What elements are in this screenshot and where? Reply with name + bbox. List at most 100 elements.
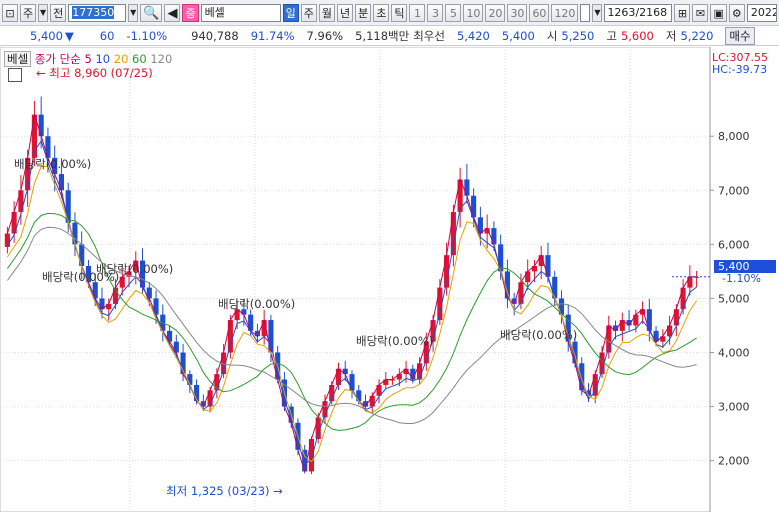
sell-button[interactable]: 매수 [725, 27, 755, 45]
tab-year[interactable]: 년 [336, 3, 354, 22]
best-ask: 5,420 [456, 29, 490, 43]
tab-week[interactable]: 주 [300, 3, 317, 22]
table-icon[interactable] [8, 68, 22, 82]
best-label: 최우선 [413, 29, 445, 43]
candle-body [491, 228, 497, 245]
candle-body [173, 341, 179, 353]
hc-value: HC:-39.73 [712, 63, 768, 76]
envelope-icon[interactable]: ✉ [692, 3, 709, 22]
tab-tick[interactable]: 틱 [391, 3, 408, 22]
interval-20[interactable]: 20 [485, 3, 506, 22]
interval-5[interactable]: 5 [445, 3, 462, 22]
change-percent: -1.10% [126, 29, 168, 43]
y-tick-label: 7,000 [718, 184, 750, 197]
custom-interval-input[interactable] [580, 3, 591, 22]
stock-code-input[interactable]: 177350 [68, 3, 127, 22]
chart-legend: 베셀 종가 단순 5 10 20 60 120 [4, 51, 172, 67]
down-arrow-icon: ▼ [64, 29, 74, 43]
candle-body [268, 320, 274, 353]
best-bid: 5,400 [501, 29, 535, 43]
current-price-percent: -1.10% [722, 272, 761, 285]
trade-amount: 5,118백만 [355, 29, 410, 43]
dividend-annotation: 배당락(0.00%) [14, 157, 91, 171]
dividend-annotation: 배당락(0.00%) [218, 297, 295, 311]
candle-body [356, 390, 362, 402]
legend-ma-5: 5 [84, 52, 92, 66]
price-change: 60 [99, 29, 115, 43]
low-annotation: 최저 1,325 (03/23) → [166, 484, 283, 498]
y-tick-label: 5,000 [718, 292, 750, 305]
interval-1[interactable]: 1 [409, 3, 426, 22]
y-tick-label: 3,000 [718, 401, 750, 414]
candle-body [464, 179, 470, 196]
candle-body [38, 114, 44, 137]
chevron-down-icon[interactable]: ▼ [38, 3, 49, 22]
volume-percent: 7.96% [306, 29, 344, 43]
interval-120[interactable]: 120 [551, 3, 579, 22]
toolbar: ⊡ 주 ▼ 전 177350 ▼ 🔍 ◀ 증 베셀 일 주 월 년 분 초 틱 … [0, 0, 779, 26]
interval-60[interactable]: 60 [529, 3, 550, 22]
high-label: 고 [606, 29, 617, 43]
candle-body [545, 255, 551, 277]
candle-body [58, 174, 65, 191]
candle-body [673, 309, 679, 326]
tab-minute[interactable]: 분 [355, 3, 372, 22]
y-tick-label: 2,000 [718, 455, 750, 468]
candle-body [45, 136, 51, 158]
turnover-percent: 91.74% [250, 29, 295, 43]
low-label: 저 [665, 29, 677, 43]
candle-body [72, 222, 78, 245]
candle-body [227, 320, 233, 353]
price-chart[interactable]: 8,000 7,000 6,000 5,000 4,000 3,000 2,000 ← 최고 … [0, 47, 779, 512]
legend-stock-name: 베셀 [4, 51, 32, 67]
menu-icon[interactable]: ⊡ [2, 3, 18, 22]
candle-body [680, 287, 686, 310]
dividend-annotation: 배당락(0.00%) [356, 334, 433, 348]
candle-body [646, 309, 652, 331]
tab-month[interactable]: 월 [318, 3, 335, 22]
candle-body [119, 276, 125, 288]
candle-body [518, 282, 524, 304]
low-price: 5,220 [680, 29, 714, 43]
legend-ma-20: 20 [113, 52, 129, 66]
stock-name-field[interactable]: 베셀 [200, 3, 281, 22]
legend-ma-label: 종가 단순 [34, 52, 81, 66]
interval-30[interactable]: 30 [507, 3, 528, 22]
legend-ma-120: 120 [150, 52, 173, 66]
open-label: 시 [546, 29, 558, 43]
date-field[interactable]: 2022 [746, 3, 777, 22]
gear-icon[interactable]: ⚙ [728, 3, 745, 22]
speaker-icon[interactable]: ◀ [164, 3, 181, 22]
count-field[interactable]: 1263/2168 [604, 3, 673, 22]
dividend-annotation: 배당락(0.00%) [500, 328, 577, 342]
interval-dropdown-icon[interactable]: ▼ [592, 3, 603, 22]
legend-ma-10: 10 [95, 52, 111, 66]
y-tick-label: 8,000 [718, 130, 750, 143]
grid-toggle-icon[interactable]: ⊞ [674, 3, 691, 22]
y-tick-label: 4,000 [718, 346, 750, 359]
tab-second[interactable]: 초 [373, 3, 390, 22]
high-annotation: ← 최고 8,960 (07/25) [36, 66, 153, 80]
period-select[interactable]: 전 [50, 3, 67, 22]
y-tick-label: 6,000 [718, 238, 750, 251]
market-select[interactable]: 주 [20, 3, 37, 22]
legend-ma-60: 60 [132, 52, 147, 66]
candle-body [687, 276, 693, 288]
save-icon[interactable]: ▣ [710, 3, 727, 22]
tab-day[interactable]: 일 [282, 3, 299, 22]
search-icon[interactable]: 🔍 [140, 3, 163, 22]
dividend-annotation: 배당락(0.00%) [96, 262, 173, 276]
candle-body [308, 439, 315, 472]
candle-body [525, 271, 531, 283]
code-dropdown-icon[interactable]: ▼ [128, 3, 139, 22]
open-price: 5,250 [561, 29, 595, 43]
current-price: 5,400 [30, 29, 63, 43]
high-price: 5,600 [620, 29, 654, 43]
candle-body [633, 314, 639, 326]
quote-bar: 5,400 ▼ 60 -1.10% 940,788 91.74% 7.96% 5… [0, 27, 779, 46]
interval-10[interactable]: 10 [463, 3, 484, 22]
candle-body [79, 244, 85, 266]
interval-3[interactable]: 3 [427, 3, 444, 22]
candle-body [477, 217, 483, 234]
stock-kind-badge: 증 [182, 3, 199, 22]
